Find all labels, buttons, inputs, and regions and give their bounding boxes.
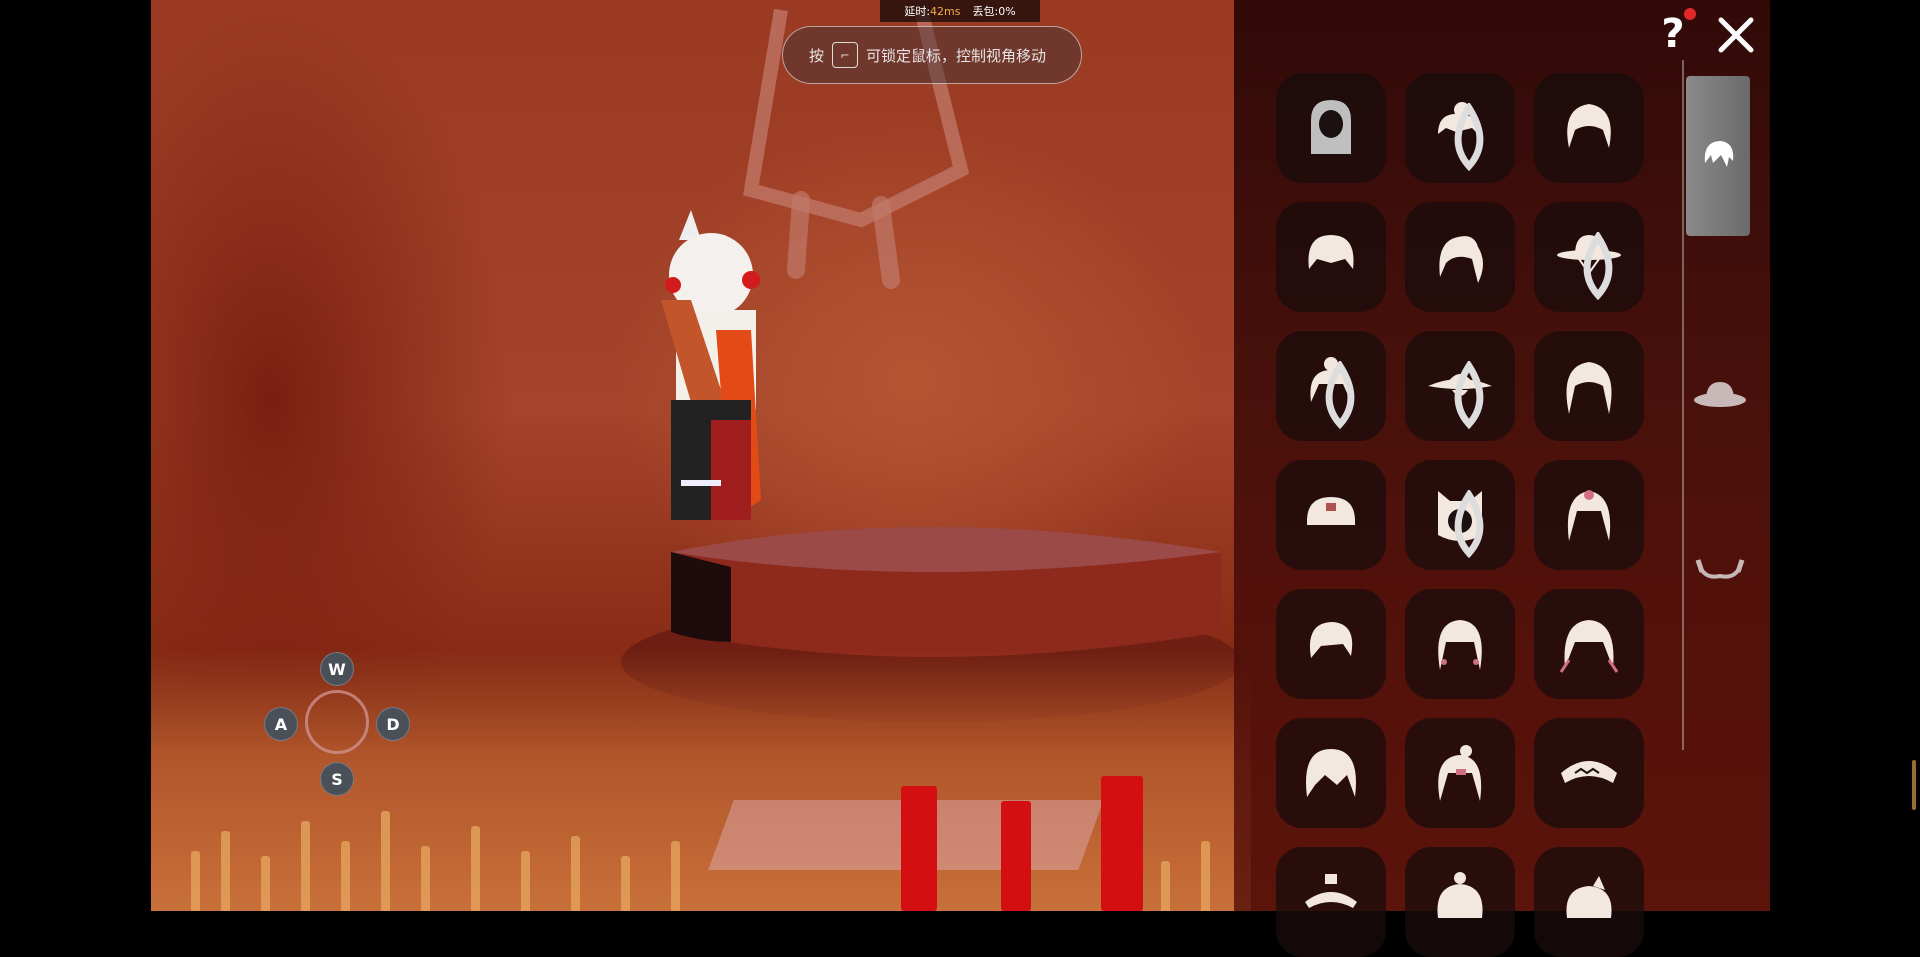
item-long-wavy-hair[interactable] (1534, 331, 1644, 441)
dye-drop-icon (1454, 361, 1484, 429)
item-beaded-hair[interactable] (1405, 589, 1515, 699)
network-stats: 延时:42ms 丢包:0% (880, 0, 1040, 22)
item-hood[interactable] (1276, 73, 1386, 183)
ornament-hat-icon (1305, 874, 1357, 908)
headband-icon (1561, 761, 1617, 783)
tab-horns[interactable] (1686, 490, 1754, 650)
movement-joystick[interactable] (305, 690, 369, 754)
item-side-ponytail[interactable] (1534, 847, 1644, 957)
horns-icon (1695, 559, 1745, 579)
long-wavy-hair-icon (1566, 362, 1612, 414)
beaded-hair-icon (1438, 620, 1482, 670)
twin-tail-hair-icon (1567, 490, 1611, 541)
item-cap-hat[interactable] (1276, 460, 1386, 570)
mouse-lock-hint: 按 ⌐ 可锁定鼠标，控制视角移动 (782, 26, 1082, 84)
bob-hair-icon (1309, 622, 1353, 658)
dye-drop-icon (1325, 361, 1355, 429)
candle (901, 786, 937, 911)
item-ornament-hat[interactable] (1276, 847, 1386, 957)
item-ponytail[interactable] (1405, 202, 1515, 312)
hint-text: 可锁定鼠标，控制视角移动 (866, 46, 1047, 65)
item-twin-tail-hair[interactable] (1534, 460, 1644, 570)
tied-hair-icon (1438, 745, 1482, 801)
side-ponytail-icon (1566, 876, 1612, 918)
tab-hair[interactable] (1686, 76, 1750, 236)
item-short-bob[interactable] (1276, 202, 1386, 312)
item-tied-hair[interactable] (1405, 718, 1515, 828)
category-tabs (1684, 58, 1750, 908)
short-bob-icon (1308, 235, 1354, 269)
item-messy-hair[interactable] (1276, 718, 1386, 828)
item-double-bun-hair[interactable] (1276, 331, 1386, 441)
close-icon[interactable] (1713, 12, 1759, 58)
dye-drop-icon (1454, 490, 1484, 558)
latency-stat: 延时:42ms (904, 5, 961, 18)
candle (1001, 801, 1031, 911)
candles (891, 776, 1191, 911)
top-bun-icon (1437, 872, 1483, 918)
key-d[interactable]: D (376, 707, 410, 741)
packet-loss-stat: 丢包:0% (972, 5, 1016, 18)
cap-hat-icon (1307, 497, 1355, 525)
key-a[interactable]: A (264, 707, 298, 741)
player-character[interactable] (621, 200, 801, 540)
key-s[interactable]: S (320, 762, 354, 796)
item-braided-hair[interactable] (1534, 73, 1644, 183)
ponytail-icon (1439, 236, 1483, 283)
hood-icon (1311, 100, 1351, 154)
hat-icon (1694, 382, 1746, 407)
item-cat-ears-hood[interactable] (1405, 460, 1515, 570)
hint-prefix: 按 (809, 46, 825, 65)
scroll-indicator[interactable] (1912, 760, 1916, 810)
notification-dot (1684, 8, 1696, 20)
item-headband[interactable] (1534, 718, 1644, 828)
item-bob-hair[interactable] (1276, 589, 1386, 699)
keyboard-key-icon: ⌐ (832, 42, 859, 68)
item-top-bun[interactable] (1405, 847, 1515, 957)
braided-hair-icon (1567, 104, 1611, 148)
hair-icon (1704, 141, 1734, 167)
tab-hat[interactable] (1686, 316, 1754, 476)
key-w[interactable]: W (320, 652, 354, 686)
candle (1101, 776, 1143, 911)
item-feather-hair[interactable] (1534, 589, 1644, 699)
item-straw-hat[interactable] (1405, 331, 1515, 441)
item-wide-brim-hat[interactable] (1534, 202, 1644, 312)
feather-hair-icon (1559, 620, 1619, 673)
item-bun-hair[interactable] (1405, 73, 1515, 183)
dye-drop-icon (1454, 103, 1484, 171)
messy-hair-icon (1306, 749, 1356, 797)
dye-drop-icon (1583, 232, 1613, 300)
